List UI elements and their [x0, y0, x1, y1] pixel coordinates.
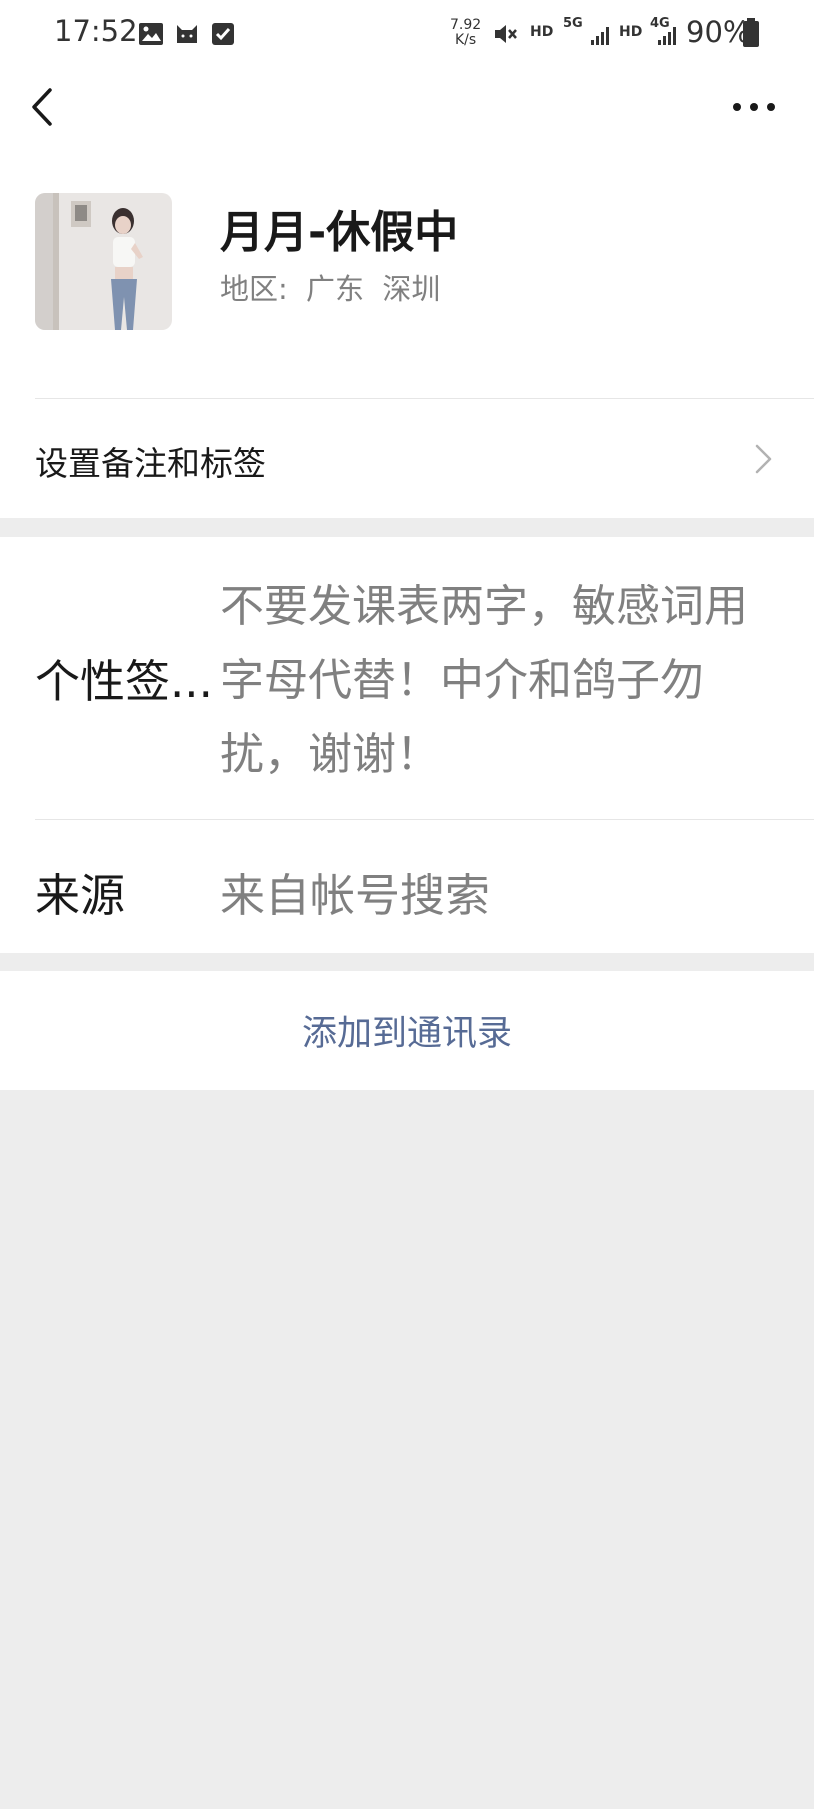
set-remark-and-tags-row[interactable]: 设置备注和标签 — [0, 399, 814, 518]
hd-badge-2: HD — [619, 24, 643, 40]
avatar[interactable] — [35, 193, 172, 330]
add-contact-panel: 添加到通讯录 — [0, 971, 814, 1090]
mute-icon — [495, 25, 517, 43]
avatar-photo — [35, 193, 172, 330]
contact-name: 月月-休假中 — [220, 207, 459, 258]
checkbox-notification-icon — [212, 23, 234, 45]
signature-text: 不要发课表两字，敏感词用字母代替！中介和鸽子勿扰，谢谢！ — [220, 581, 748, 780]
region-value: 广东 深圳 — [306, 272, 441, 306]
more-options-icon[interactable] — [728, 92, 780, 122]
5g-badge: 5G — [563, 16, 583, 31]
gallery-icon — [139, 23, 163, 45]
status-time: 17:52 — [54, 14, 138, 48]
set-remark-label: 设置备注和标签 — [35, 444, 266, 483]
network-speed: 7.92 K/s — [450, 17, 482, 48]
status-bar: 17:52 7.92 K/s HD 5G HD 4G 90% — [0, 0, 814, 66]
info-panel: 个性签... 不要发课表两字，敏感词用字母代替！中介和鸽子勿扰，谢谢！ 来源 来… — [0, 537, 814, 953]
back-arrow-icon[interactable] — [22, 82, 62, 132]
signature-label: 个性签... — [35, 655, 213, 708]
signal-2-icon — [658, 27, 676, 45]
cat-app-icon — [177, 25, 197, 43]
hd-badge-1: HD — [530, 24, 554, 40]
chevron-right-icon — [755, 444, 772, 474]
battery-percent: 90% — [686, 15, 751, 49]
battery-icon — [743, 18, 759, 47]
source-label: 来源 — [35, 869, 126, 922]
add-to-contacts-button[interactable]: 添加到通讯录 — [0, 971, 814, 1090]
divider — [35, 819, 814, 820]
region-label: 地区: — [220, 272, 288, 306]
signal-1-icon — [591, 27, 609, 45]
source-value: 来自帐号搜索 — [220, 869, 491, 922]
